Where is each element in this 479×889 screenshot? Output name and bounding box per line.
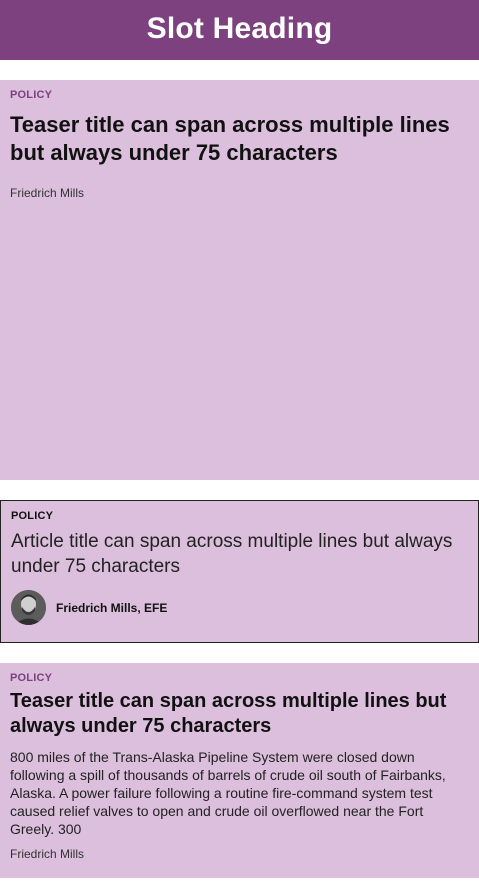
card-summary: 800 miles of the Trans-Alaska Pipeline S… xyxy=(10,749,446,837)
teaser-card-large[interactable]: POLICY Teaser title can span across mult… xyxy=(0,80,479,480)
card-title[interactable]: Teaser title can span across multiple li… xyxy=(10,689,469,739)
slot-header: Slot Heading xyxy=(0,0,479,60)
card-title[interactable]: Teaser title can span across multiple li… xyxy=(10,111,469,167)
card-kicker[interactable]: POLICY xyxy=(10,88,469,102)
article-card[interactable]: POLICY Article title can span across mul… xyxy=(0,500,479,643)
author-avatar[interactable] xyxy=(11,590,46,625)
card-byline: Friedrich Mills xyxy=(10,847,85,861)
card-kicker[interactable]: POLICY xyxy=(10,671,469,685)
person-icon xyxy=(11,590,46,625)
slot-heading: Slot Heading xyxy=(146,12,333,45)
card-byline: Friedrich Mills xyxy=(10,186,85,200)
card-title[interactable]: Article title can span across multiple l… xyxy=(11,529,468,579)
teaser-card-summary[interactable]: POLICY Teaser title can span across mult… xyxy=(0,663,479,878)
author-name[interactable]: Friedrich Mills, EFE xyxy=(56,601,167,615)
card-kicker[interactable]: POLICY xyxy=(11,509,468,523)
author-row: Friedrich Mills, EFE xyxy=(11,590,468,625)
